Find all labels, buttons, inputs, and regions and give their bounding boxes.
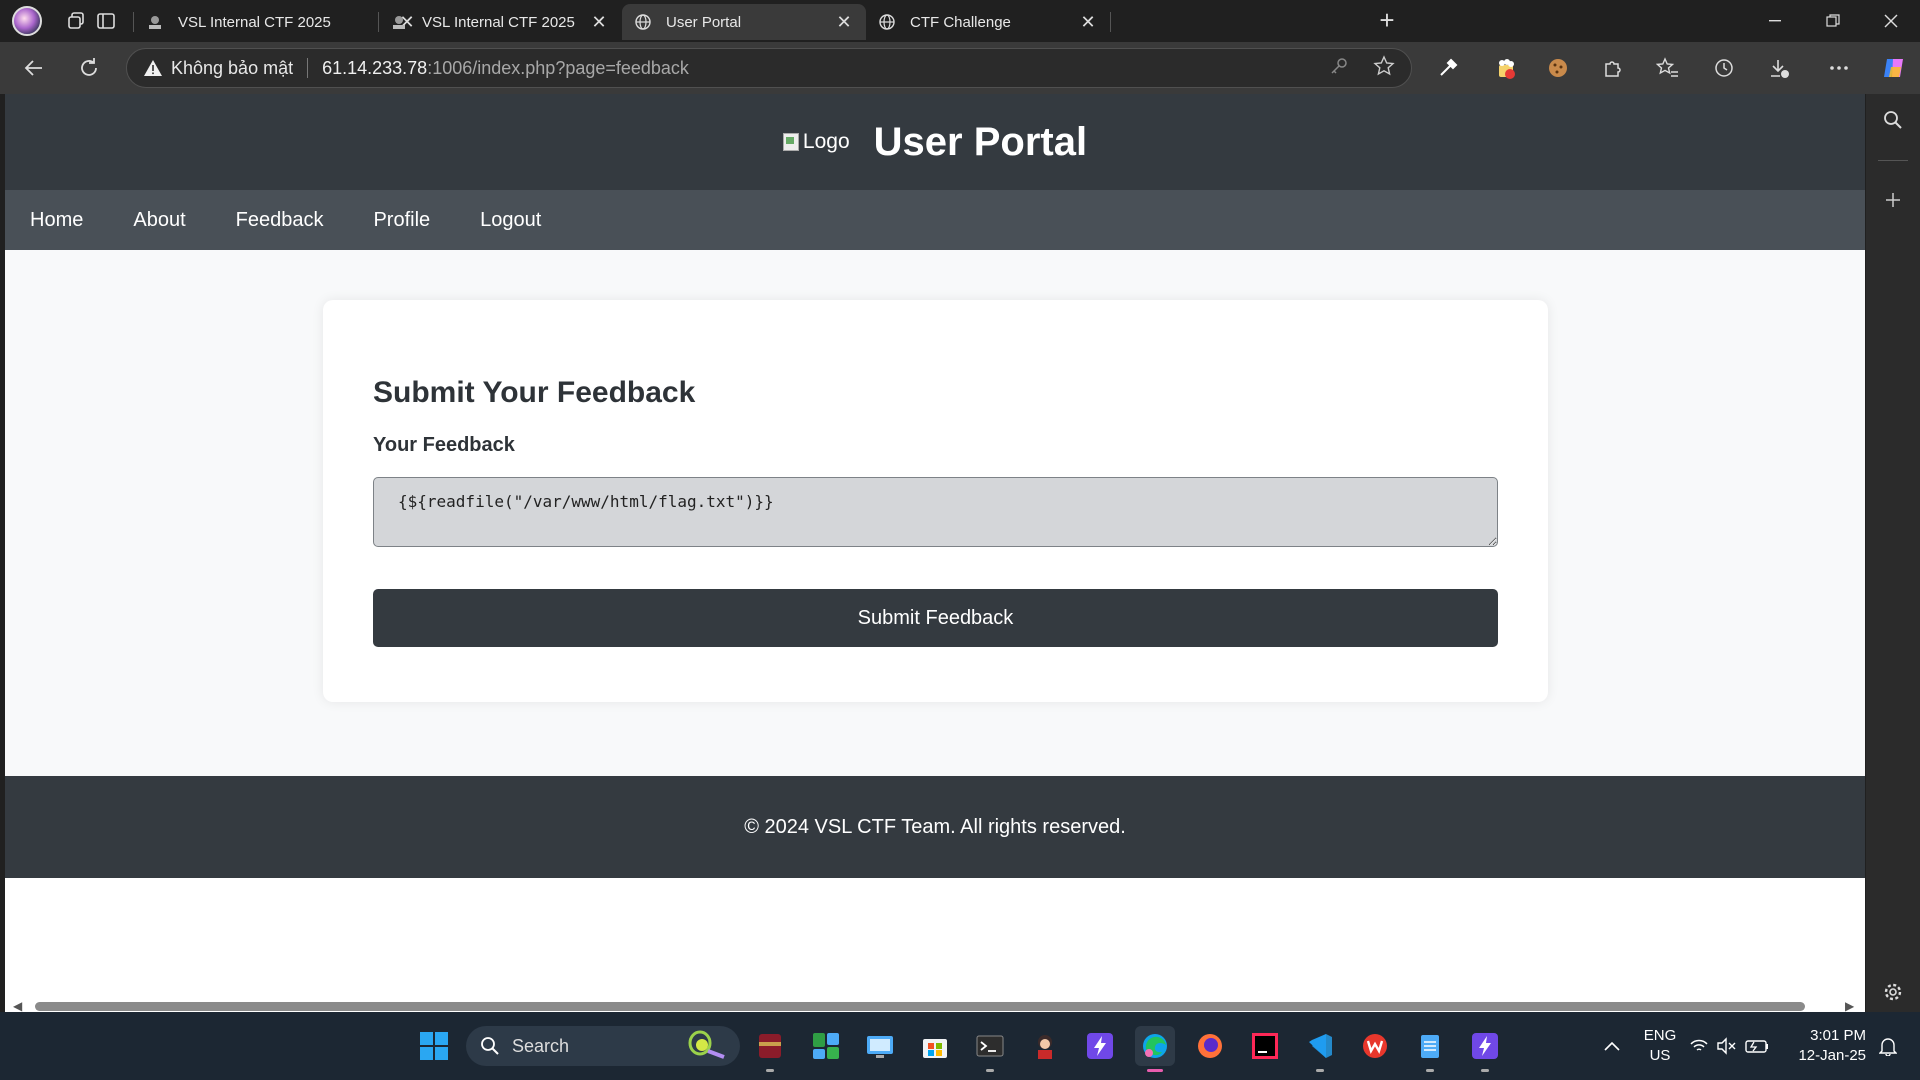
remote-desktop-app-icon[interactable]	[860, 1026, 900, 1066]
tennis-racket-icon	[686, 1029, 726, 1064]
close-icon[interactable]: ✕	[1078, 12, 1098, 33]
extensions-puzzle-icon[interactable]	[1599, 54, 1627, 82]
nav-profile-link[interactable]: Profile	[373, 209, 430, 232]
site-footer: © 2024 VSL CTF Team. All rights reserved…	[5, 776, 1865, 878]
history-icon[interactable]	[1710, 54, 1738, 82]
search-label: Search	[512, 1035, 570, 1056]
browser-title-bar: VSL Internal CTF 2025 ✕ VSL Internal CTF…	[0, 0, 1920, 42]
scroll-left-arrow-icon[interactable]: ◀	[13, 999, 22, 1013]
broken-image-icon	[782, 133, 799, 151]
downloads-icon[interactable]	[1765, 54, 1793, 82]
logo-alt-text: Logo	[802, 130, 850, 153]
notification-bell-icon[interactable]	[1868, 1026, 1908, 1066]
terminal-app-icon[interactable]	[970, 1026, 1010, 1072]
tab-label: VSL Internal CTF 2025	[178, 13, 331, 31]
tab-vsl-ctf-2[interactable]: VSL Internal CTF 2025 ✕	[378, 4, 621, 40]
close-icon[interactable]: ✕	[834, 12, 854, 33]
sidebar-add-icon[interactable]	[1879, 186, 1907, 214]
language-code: ENG	[1643, 1027, 1677, 1044]
restore-button[interactable]	[1810, 6, 1856, 36]
search-icon	[481, 1037, 499, 1055]
sidebar-search-icon[interactable]	[1879, 106, 1907, 134]
windows-taskbar: Search ENG US 3:01 PM 12-Jan-25	[0, 1012, 1920, 1080]
password-key-icon[interactable]	[1329, 56, 1349, 81]
feedback-card: Submit Your Feedback Your Feedback {${re…	[323, 300, 1548, 702]
tab-label: User Portal	[666, 13, 742, 31]
feedback-textarea[interactable]: {${readfile("/var/www/html/flag.txt")}}	[373, 477, 1498, 547]
wps-office-app-icon[interactable]	[1355, 1026, 1395, 1066]
url-host: 61.14.233.78	[322, 57, 428, 78]
system-tray-icons[interactable]	[1688, 1026, 1772, 1066]
back-button[interactable]	[18, 52, 50, 84]
new-tab-button[interactable]: +	[1372, 6, 1402, 36]
language-indicator[interactable]: ENG US	[1640, 1026, 1680, 1066]
site-nav: Home About Feedback Profile Logout	[5, 190, 1865, 250]
firefox-app-icon[interactable]	[1190, 1026, 1230, 1066]
workspaces-icon[interactable]	[62, 8, 90, 34]
form-heading: Submit Your Feedback	[373, 376, 696, 409]
sidebar-settings-gear-icon[interactable]	[1879, 978, 1907, 1006]
tab-label: CTF Challenge	[910, 13, 1011, 31]
edge-sidebar	[1866, 94, 1920, 1012]
vscode-app-icon[interactable]	[1300, 1026, 1340, 1072]
character-app-icon[interactable]	[1025, 1026, 1065, 1066]
warning-icon	[144, 60, 162, 76]
globe-icon	[634, 13, 652, 31]
cookie-extension-icon[interactable]	[1544, 54, 1572, 82]
address-bar[interactable]: Không bảo mật 61.14.233.78:1006/index.ph…	[126, 48, 1412, 88]
clock[interactable]: 3:01 PM 12-Jan-25	[1796, 1026, 1866, 1066]
favorites-icon[interactable]	[1654, 54, 1682, 82]
tab-label: VSL Internal CTF 2025	[422, 13, 575, 31]
feedback-label: Your Feedback	[373, 434, 515, 456]
not-secure-indicator[interactable]: Không bảo mật	[143, 58, 293, 79]
lightning-app-icon-2[interactable]	[1465, 1026, 1505, 1072]
tab-ctf-challenge[interactable]: CTF Challenge ✕	[866, 4, 1110, 40]
security-label: Không bảo mật	[171, 57, 294, 78]
edge-app-icon[interactable]	[1135, 1026, 1175, 1072]
favorite-star-icon[interactable]	[1373, 54, 1395, 82]
main-content: Submit Your Feedback Your Feedback {${re…	[5, 250, 1865, 776]
language-region: US	[1649, 1047, 1671, 1064]
footer-copyright: © 2024 VSL CTF Team. All rights reserved…	[744, 815, 1126, 838]
scrollbar-thumb[interactable]	[35, 1002, 1805, 1011]
clock-time: 3:01 PM	[1810, 1027, 1866, 1044]
vertical-tabs-icon[interactable]	[92, 8, 120, 34]
nav-logout-link[interactable]: Logout	[480, 209, 541, 232]
nav-feedback-link[interactable]: Feedback	[236, 209, 324, 232]
winrar-app-icon[interactable]	[750, 1026, 790, 1072]
widgets-app-icon[interactable]	[806, 1026, 846, 1066]
more-options-icon[interactable]	[1825, 54, 1853, 82]
start-button[interactable]	[414, 1026, 454, 1066]
nav-about-link[interactable]: About	[133, 209, 185, 232]
copilot-icon[interactable]	[1880, 54, 1908, 82]
tab-user-portal[interactable]: User Portal ✕	[622, 4, 866, 40]
popcorn-extension-icon[interactable]	[1492, 54, 1520, 82]
close-icon[interactable]: ✕	[589, 12, 609, 33]
clock-date: 12-Jan-25	[1798, 1047, 1866, 1064]
logo-image: Logo	[782, 130, 850, 154]
vsl-favicon-icon	[390, 13, 408, 31]
lightning-app-icon[interactable]	[1080, 1026, 1120, 1066]
globe-icon	[878, 13, 896, 31]
minimize-button[interactable]	[1752, 6, 1798, 36]
scroll-right-arrow-icon[interactable]: ▶	[1845, 999, 1854, 1013]
url-path: :1006/index.php?page=feedback	[427, 57, 689, 78]
refresh-button[interactable]	[73, 52, 105, 84]
vsl-favicon-icon	[146, 13, 164, 31]
eyedropper-extension-icon[interactable]	[1434, 54, 1462, 82]
chevron-up-icon[interactable]	[1592, 1026, 1632, 1066]
close-window-button[interactable]	[1868, 6, 1914, 36]
site-header: Logo User Portal	[5, 94, 1865, 190]
profile-avatar[interactable]	[12, 6, 42, 36]
nav-home-link[interactable]: Home	[30, 209, 83, 232]
site-title: User Portal	[873, 119, 1088, 164]
submit-feedback-button[interactable]: Submit Feedback	[373, 589, 1498, 647]
microsoft-store-app-icon[interactable]	[915, 1026, 955, 1066]
notepad-app-icon[interactable]	[1410, 1026, 1450, 1072]
browser-toolbar: Không bảo mật 61.14.233.78:1006/index.ph…	[0, 42, 1920, 94]
intellij-app-icon[interactable]	[1245, 1026, 1285, 1066]
taskbar-search[interactable]: Search	[466, 1026, 740, 1066]
page-viewport: Logo User Portal Home About Feedback Pro…	[5, 94, 1865, 1012]
